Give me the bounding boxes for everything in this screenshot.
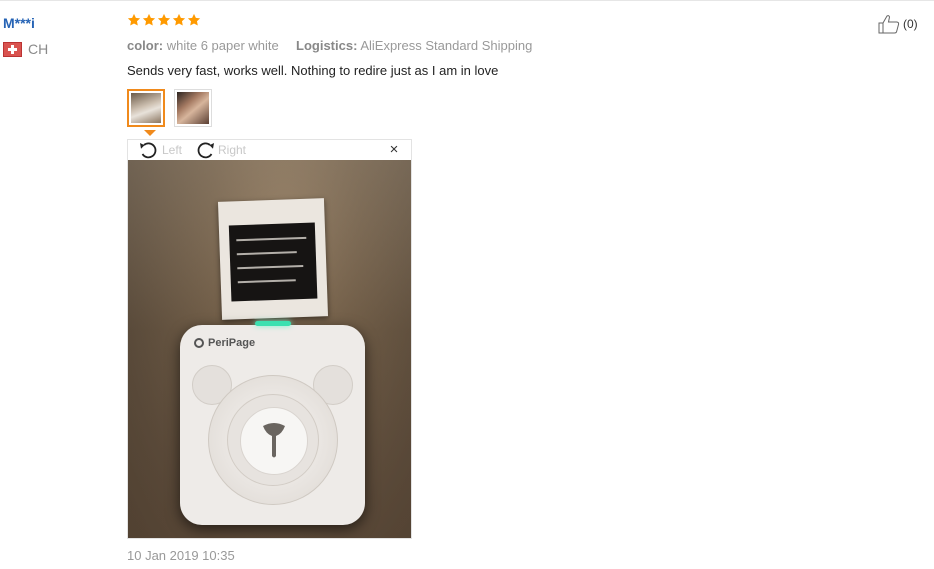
rotate-left-label: Left <box>162 143 183 157</box>
printed-paper <box>217 198 329 320</box>
helpful-button[interactable]: (0) <box>878 14 918 34</box>
review-photo: PeriPage <box>128 160 411 538</box>
star-icon <box>127 13 141 26</box>
review-text: Sends very fast, works well. Nothing to … <box>127 63 499 78</box>
active-thumbnail-caret <box>144 130 156 136</box>
rotate-right-icon <box>197 142 214 159</box>
review-thumbnails <box>127 89 212 136</box>
rotate-right-button[interactable]: Right <box>194 141 246 159</box>
image-viewer: Left Right × PeriPage <box>127 139 412 539</box>
rotate-left-button[interactable]: Left <box>138 141 182 159</box>
thumbs-up-icon <box>878 15 900 34</box>
close-icon[interactable]: × <box>387 142 401 157</box>
flag-ch-icon <box>3 41 22 57</box>
review-thumbnail[interactable] <box>127 89 165 136</box>
reviewer-name[interactable]: M***i <box>3 15 35 31</box>
viewer-toolbar: Left Right × <box>128 140 411 160</box>
color-value: white 6 paper white <box>166 38 279 53</box>
brand-label: PeriPage <box>208 337 256 349</box>
rotate-right-label: Right <box>218 143 247 157</box>
printer-button-icon <box>263 423 285 458</box>
country-code: CH <box>28 41 49 57</box>
reviewer-country: CH <box>3 41 48 57</box>
star-icon <box>172 13 186 26</box>
rotate-left-icon <box>140 142 157 159</box>
printer-brand: PeriPage <box>194 337 255 349</box>
review-date: 10 Jan 2019 10:35 <box>127 548 235 563</box>
review-meta: color: white 6 paper white Logistics: Al… <box>127 38 532 53</box>
star-icon <box>187 13 201 26</box>
brand-logo-icon <box>194 338 204 348</box>
star-icon <box>157 13 171 26</box>
printer-led <box>255 321 291 326</box>
logistics-key: Logistics: <box>296 38 358 53</box>
helpful-count: (0) <box>903 17 918 31</box>
thumbnail-image <box>131 93 161 123</box>
thumbnail-image <box>177 92 209 124</box>
printer-dial <box>208 375 338 505</box>
color-key: color: <box>127 38 164 53</box>
printer-device: PeriPage <box>180 321 365 525</box>
top-divider <box>0 0 934 1</box>
logistics-value: AliExpress Standard Shipping <box>360 38 533 53</box>
star-icon <box>142 13 156 26</box>
review-thumbnail[interactable] <box>174 89 212 127</box>
star-rating <box>127 13 201 27</box>
